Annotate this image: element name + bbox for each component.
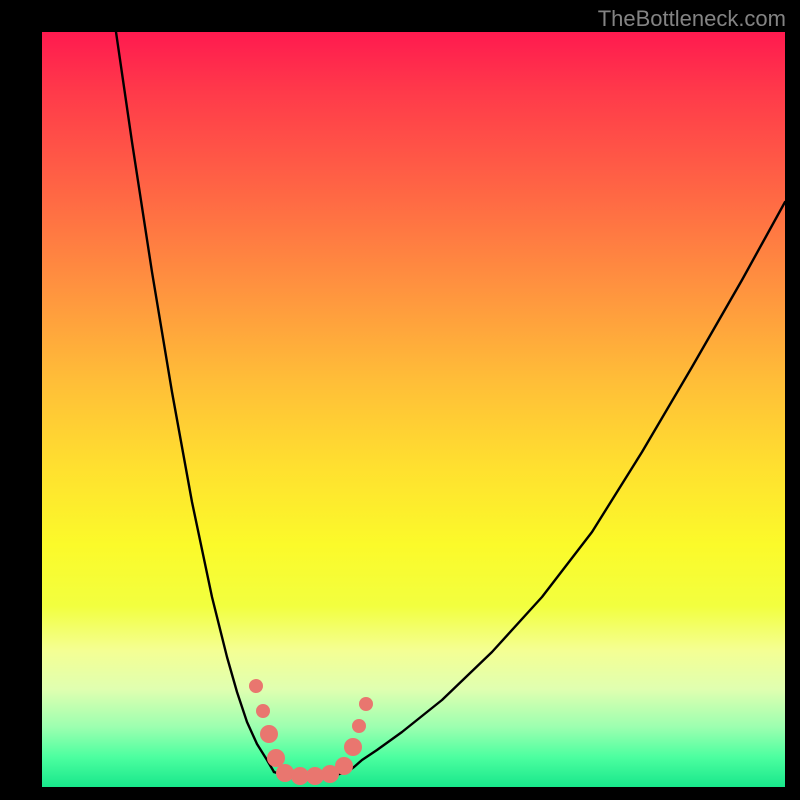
curve-left-branch [116, 32, 274, 772]
marker-layer [249, 679, 373, 785]
valley-marker [276, 764, 294, 782]
valley-marker [335, 757, 353, 775]
watermark-text: TheBottleneck.com [598, 6, 786, 32]
valley-marker [359, 697, 373, 711]
valley-marker [344, 738, 362, 756]
chart-svg [42, 32, 785, 787]
valley-marker [256, 704, 270, 718]
curve-right-branch [347, 202, 785, 772]
valley-marker [249, 679, 263, 693]
valley-marker [260, 725, 278, 743]
plot-area [42, 32, 785, 787]
valley-marker [267, 749, 285, 767]
curve-layer [116, 32, 785, 778]
valley-marker [352, 719, 366, 733]
